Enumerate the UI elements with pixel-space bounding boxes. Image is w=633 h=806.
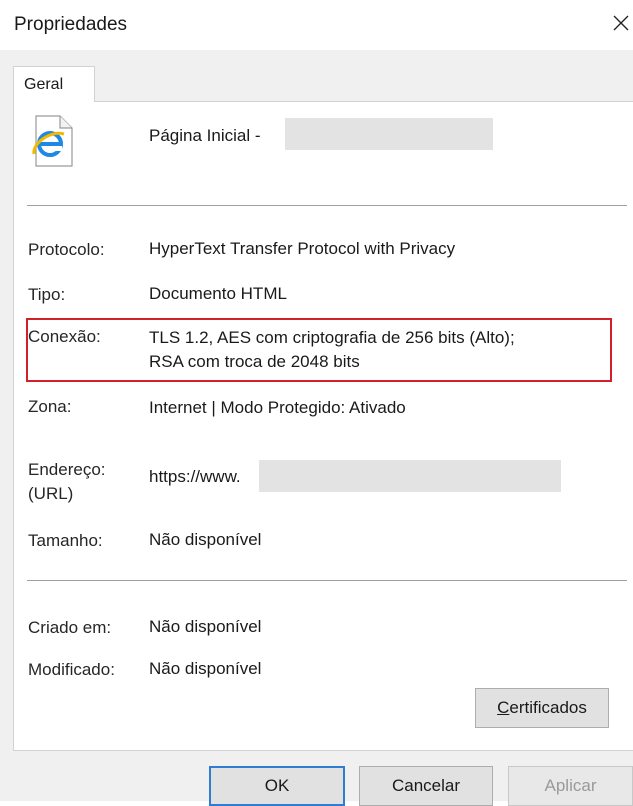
protocol-value: HyperText Transfer Protocol with Privacy bbox=[149, 239, 456, 258]
certificates-button-label: ertificados bbox=[509, 698, 587, 717]
modified-value: Não disponível bbox=[149, 659, 262, 678]
divider bbox=[27, 580, 627, 581]
zone-label: Zona: bbox=[28, 397, 72, 416]
apply-button[interactable]: Aplicar bbox=[508, 766, 633, 806]
internet-explorer-file-icon bbox=[28, 114, 76, 168]
size-label: Tamanho: bbox=[28, 531, 103, 550]
created-label: Criado em: bbox=[28, 618, 112, 637]
redacted-url bbox=[259, 460, 561, 492]
protocol-label: Protocolo: bbox=[28, 240, 105, 259]
certificates-accelerator: C bbox=[497, 698, 510, 717]
tab-geral[interactable]: Geral bbox=[13, 66, 95, 102]
modified-label: Modificado: bbox=[28, 660, 115, 679]
divider bbox=[27, 205, 627, 206]
connection-value-line2: RSA com troca de 2048 bits bbox=[149, 352, 360, 371]
connection-label: Conexão: bbox=[28, 327, 101, 346]
address-label-url: (URL) bbox=[28, 484, 74, 503]
cancel-button[interactable]: Cancelar bbox=[359, 766, 493, 806]
redacted-page-name bbox=[285, 118, 493, 150]
general-tab-panel bbox=[13, 101, 633, 751]
type-value: Documento HTML bbox=[149, 284, 287, 303]
created-value: Não disponível bbox=[149, 617, 262, 636]
connection-value-line1: TLS 1.2, AES com criptografia de 256 bit… bbox=[149, 328, 515, 347]
certificates-button[interactable]: Certificados bbox=[475, 688, 609, 728]
properties-dialog: Propriedades Geral Página Inicial - Prot… bbox=[0, 0, 633, 806]
size-value: Não disponível bbox=[149, 530, 262, 549]
window-title: Propriedades bbox=[14, 14, 128, 35]
title-bar: Propriedades bbox=[0, 0, 633, 50]
type-label: Tipo: bbox=[28, 285, 66, 304]
address-label: Endereço: bbox=[28, 460, 106, 479]
page-title: Página Inicial - bbox=[149, 126, 261, 145]
zone-value: Internet | Modo Protegido: Ativado bbox=[149, 398, 406, 417]
ok-button[interactable]: OK bbox=[209, 766, 345, 806]
close-icon[interactable] bbox=[610, 12, 632, 34]
address-value: https://www. bbox=[149, 467, 241, 486]
